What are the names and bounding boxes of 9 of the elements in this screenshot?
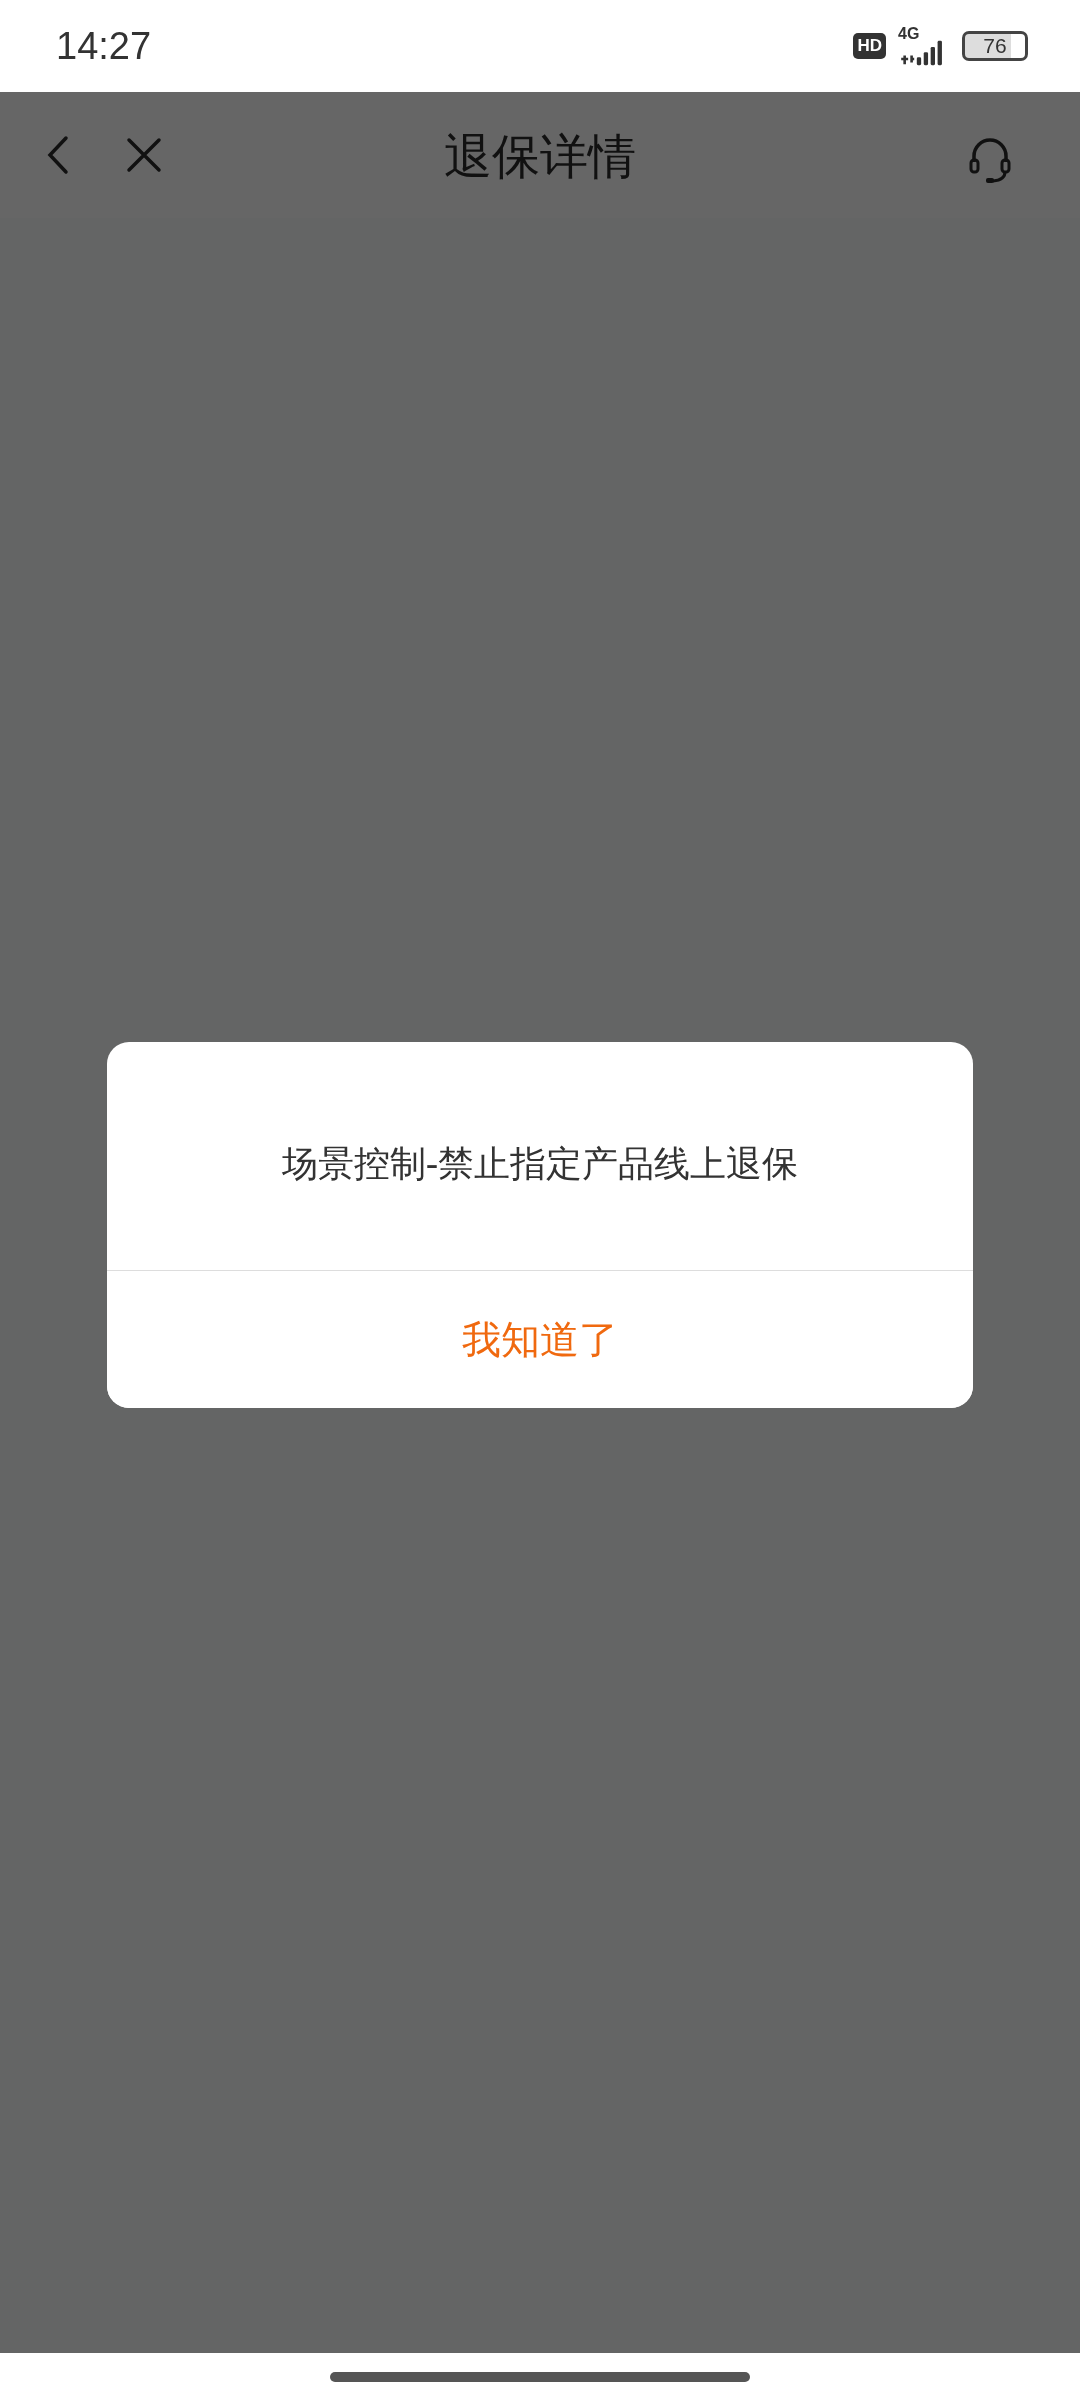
back-icon[interactable] xyxy=(46,135,70,175)
network-label: 4G xyxy=(898,26,920,42)
hd-badge: HD xyxy=(853,33,886,59)
headset-icon[interactable] xyxy=(968,136,1012,184)
home-indicator[interactable] xyxy=(330,2371,750,2382)
close-icon[interactable] xyxy=(126,137,162,173)
status-time: 14:27 xyxy=(56,24,152,68)
battery-level-text: 76 xyxy=(983,35,1007,57)
page-title: 退保详情 xyxy=(444,128,636,184)
